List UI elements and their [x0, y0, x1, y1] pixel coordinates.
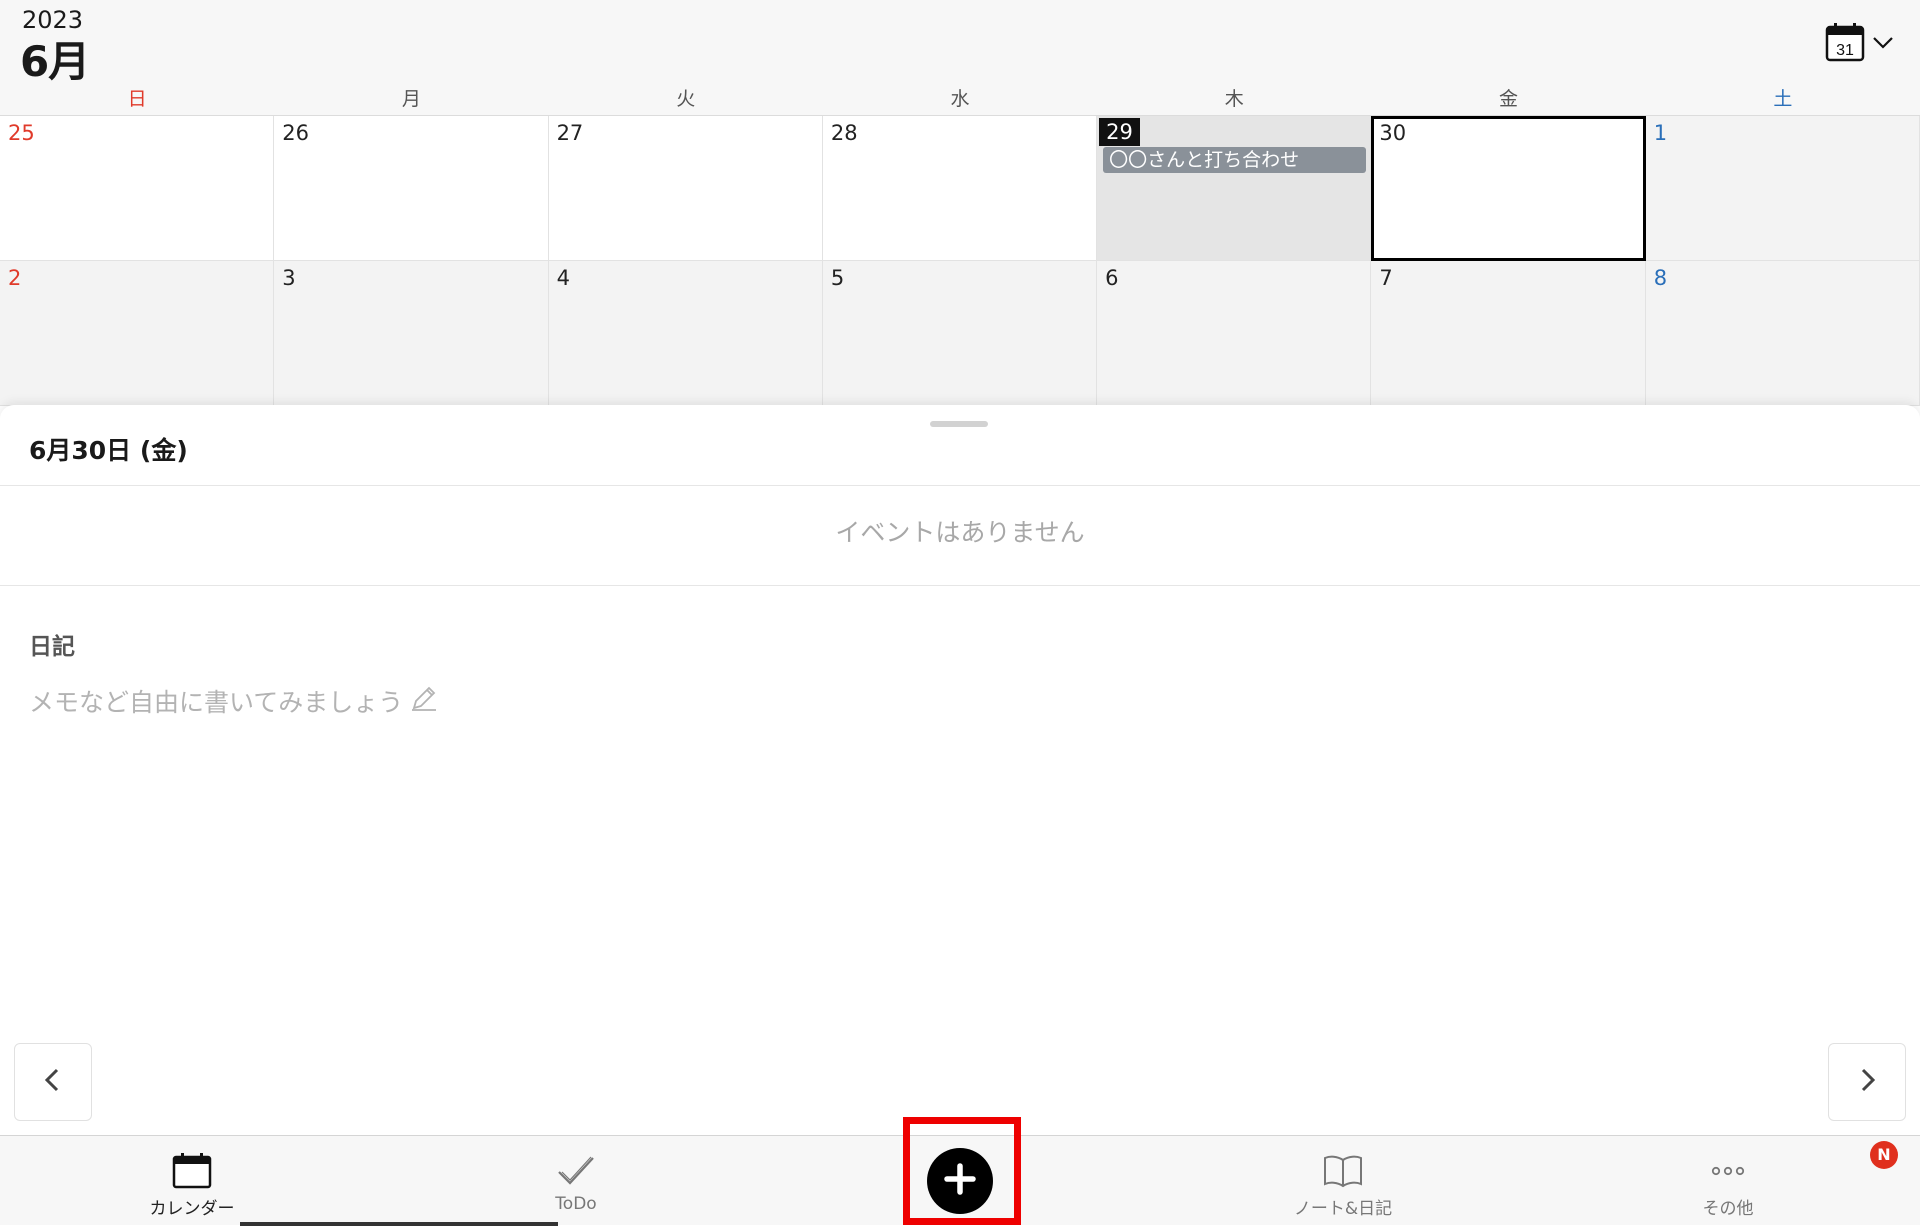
- diary-placeholder-text: メモなど自由に書いてみましょう: [29, 688, 404, 717]
- day-number: 4: [556, 266, 570, 290]
- calendar-icon: [169, 1148, 215, 1194]
- no-events-message: イベントはありません: [835, 518, 1085, 547]
- day-number: 6: [1105, 266, 1119, 290]
- day-cell[interactable]: 26: [274, 116, 549, 261]
- pencil-icon: [409, 683, 439, 719]
- day-cell-today[interactable]: 29 〇〇さんと打ち合わせ: [1097, 116, 1372, 261]
- tab-more-label: その他: [1702, 1199, 1754, 1219]
- divider: [0, 485, 1920, 486]
- day-number: 30: [1379, 121, 1407, 145]
- checkmark-icon: [553, 1148, 599, 1194]
- week-row: 25 26 27 28 29 〇〇さんと打ち合わせ 30 1: [0, 116, 1920, 261]
- selected-date-title: 6月30日 (金): [29, 436, 188, 465]
- calendar-icon: 31: [1824, 21, 1866, 63]
- day-cell-selected[interactable]: 30: [1371, 116, 1646, 261]
- chevron-down-icon: [1870, 29, 1896, 55]
- day-number: 28: [830, 121, 858, 145]
- tab-more[interactable]: その他: [1628, 1136, 1828, 1226]
- tab-calendar[interactable]: カレンダー: [92, 1136, 292, 1226]
- day-cell[interactable]: 6: [1097, 261, 1372, 406]
- month-label: 6月: [20, 37, 90, 86]
- day-number: 5: [830, 266, 845, 290]
- weekday-label: 火: [676, 88, 696, 110]
- tab-calendar-label: カレンダー: [149, 1199, 235, 1219]
- day-cell[interactable]: 27: [548, 116, 823, 261]
- weekday-label: 日: [127, 88, 147, 110]
- chevron-right-icon: [1852, 1065, 1882, 1099]
- weekday-label: 木: [1224, 88, 1244, 110]
- weekday-label: 土: [1773, 88, 1793, 110]
- day-cell[interactable]: 1: [1645, 116, 1920, 261]
- tab-note-diary[interactable]: ノート&日記: [1243, 1136, 1443, 1226]
- next-day-button[interactable]: [1828, 1043, 1906, 1121]
- plus-icon: [940, 1159, 980, 1203]
- divider: [0, 585, 1920, 586]
- notification-badge: N: [1870, 1141, 1898, 1169]
- previous-day-button[interactable]: [14, 1043, 92, 1121]
- calendar-view-switcher[interactable]: 31: [1824, 18, 1904, 66]
- day-cell[interactable]: 28: [822, 116, 1098, 261]
- book-icon: [1320, 1148, 1366, 1194]
- day-number: 29: [1099, 118, 1140, 146]
- day-cell[interactable]: 4: [548, 261, 823, 406]
- day-number: 2: [8, 266, 22, 290]
- tab-todo[interactable]: ToDo: [476, 1136, 676, 1226]
- tab-todo-label: ToDo: [555, 1194, 597, 1214]
- day-cell[interactable]: 8: [1645, 261, 1920, 406]
- day-number: 1: [1653, 121, 1668, 145]
- tab-note-diary-label: ノート&日記: [1293, 1199, 1393, 1219]
- day-cell[interactable]: 3: [274, 261, 549, 406]
- calendar-header: 2023 6月 31 日月火水木金土: [0, 0, 1920, 116]
- weekday-label: 水: [950, 88, 970, 110]
- day-cell[interactable]: 5: [822, 261, 1098, 406]
- day-number: 3: [282, 266, 296, 290]
- day-cell[interactable]: 7: [1371, 261, 1646, 406]
- weekday-header: 日月火水木金土: [0, 84, 1920, 116]
- day-number: 27: [556, 121, 584, 145]
- day-cell[interactable]: 2: [0, 261, 275, 406]
- day-number: 8: [1653, 266, 1668, 290]
- day-number: 7: [1379, 266, 1393, 290]
- diary-section-title: 日記: [29, 634, 75, 660]
- chevron-left-icon: [38, 1065, 68, 1099]
- weekday-label: 月: [401, 88, 421, 110]
- sheet-drag-handle[interactable]: [930, 421, 988, 427]
- day-number: 25: [8, 121, 35, 145]
- day-number: 26: [282, 121, 310, 145]
- more-dots-icon: [1705, 1148, 1751, 1194]
- month-grid: 25 26 27 28 29 〇〇さんと打ち合わせ 30 1 2 3 4 5 6 7 8: [0, 116, 1920, 406]
- diary-input[interactable]: メモなど自由に書いてみましょう: [29, 683, 439, 719]
- home-indicator: [240, 1222, 558, 1226]
- calendar-icon-day: 31: [1836, 42, 1854, 59]
- day-detail-sheet: 6月30日 (金) イベントはありません 日記 メモなど自由に書いてみましょう: [0, 405, 1920, 1135]
- week-row: 2 3 4 5 6 7 8: [0, 261, 1920, 406]
- weekday-label: 金: [1499, 88, 1519, 110]
- add-event-button[interactable]: [927, 1148, 993, 1214]
- event-chip[interactable]: 〇〇さんと打ち合わせ: [1103, 147, 1367, 173]
- day-cell[interactable]: 25: [0, 116, 275, 261]
